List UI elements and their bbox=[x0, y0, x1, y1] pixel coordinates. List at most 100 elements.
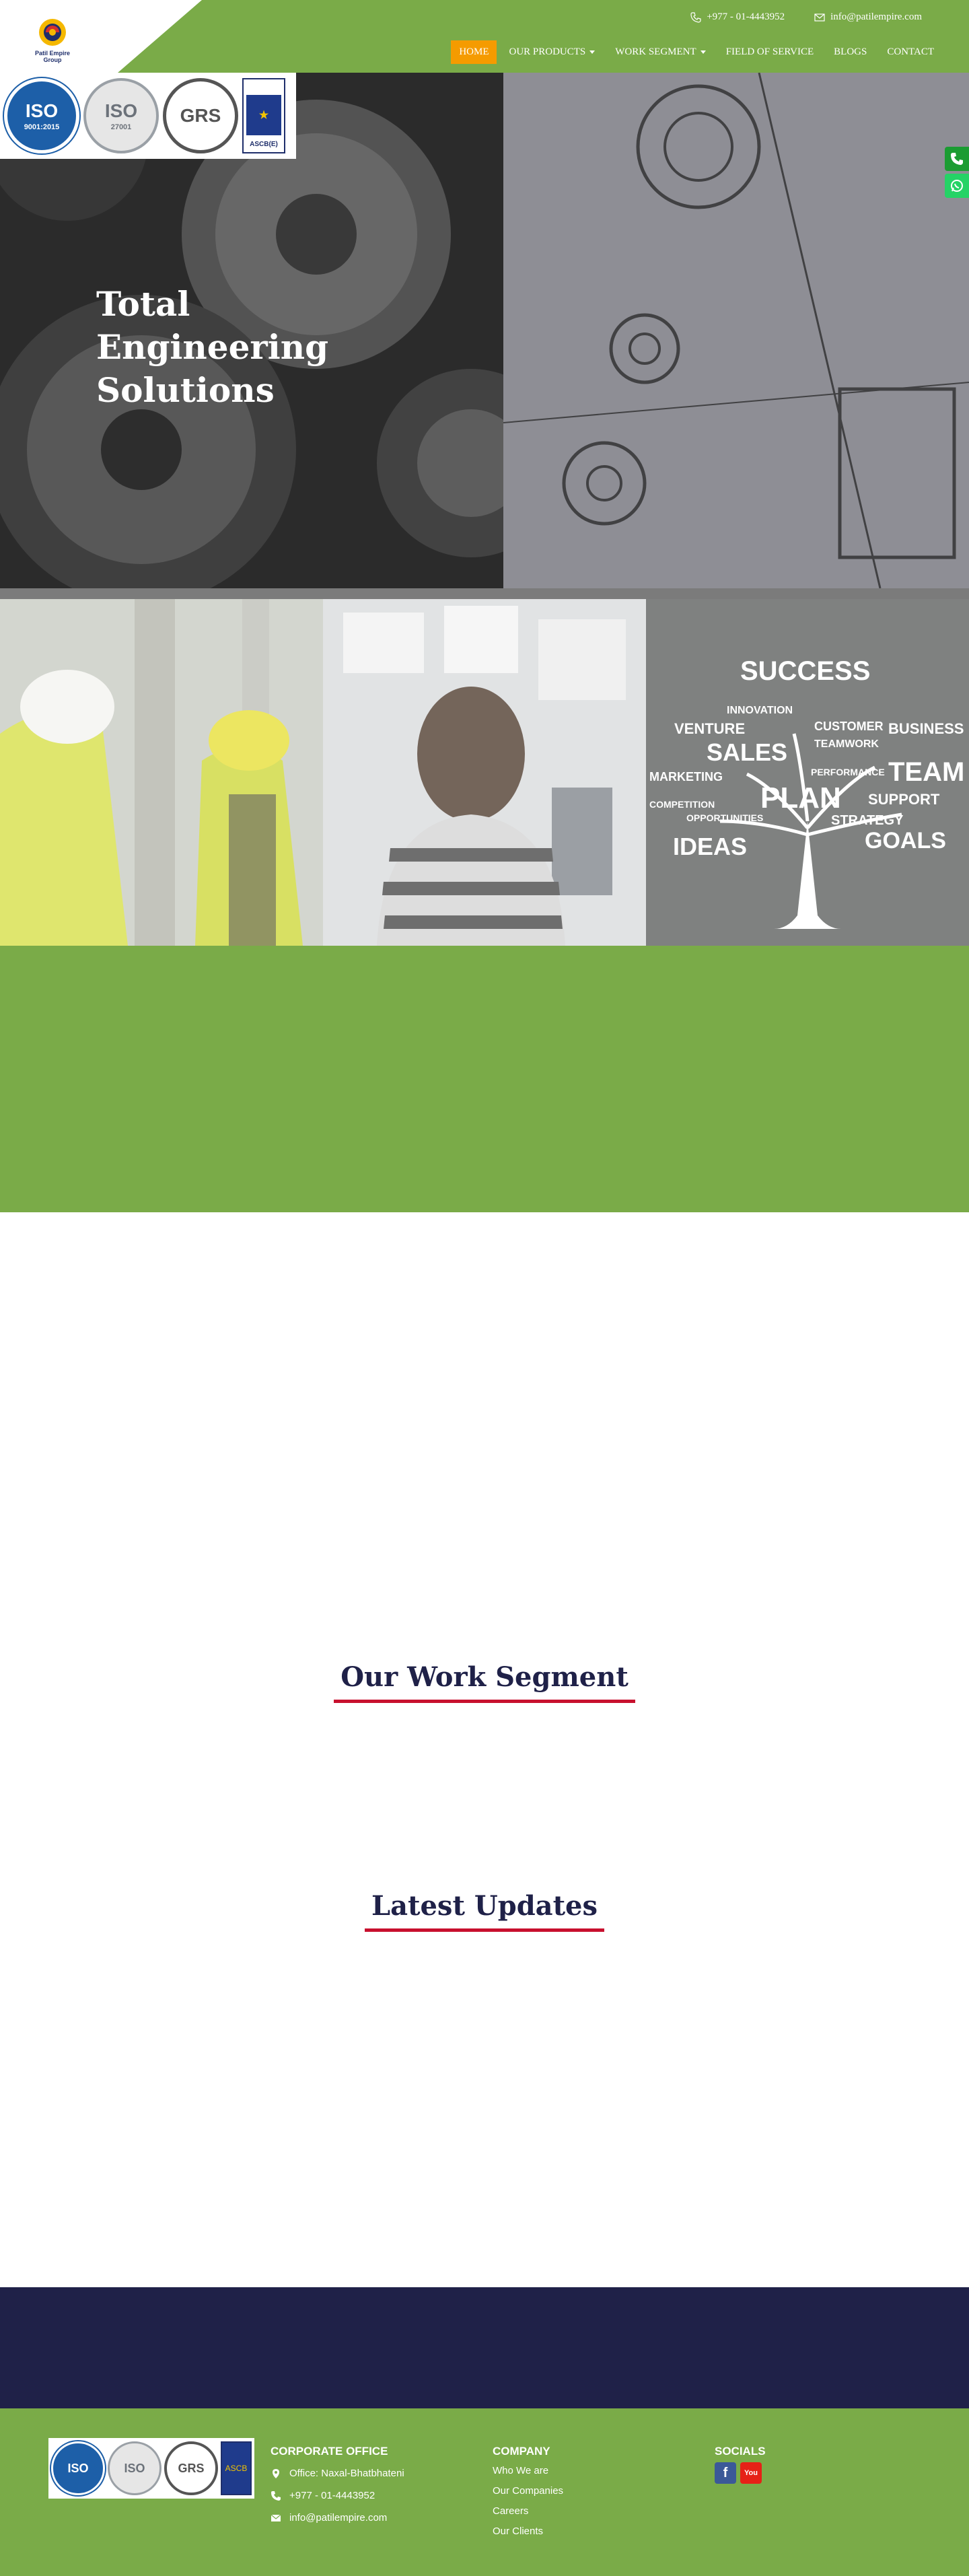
planner-image bbox=[323, 599, 646, 946]
grs-badge-label: GRS bbox=[180, 105, 221, 126]
ascb-badge: ★ ASCB(E) bbox=[242, 78, 285, 153]
header-email[interactable]: info@patilempire.com bbox=[814, 11, 922, 23]
iso-27001-badge: ISO 27001 bbox=[83, 78, 159, 153]
grs-badge: GRS bbox=[163, 78, 238, 153]
ascb-badge-label: ASCB(E) bbox=[250, 141, 278, 148]
footer-socials-heading: SOCIALS bbox=[715, 2445, 766, 2458]
phone-icon bbox=[690, 11, 701, 23]
footer-email-text: info@patilempire.com bbox=[289, 2512, 388, 2523]
word-teamwork: TEAMWORK bbox=[814, 738, 879, 750]
word-plan: PLAN bbox=[760, 781, 841, 814]
footer-link-our-companies[interactable]: Our Companies bbox=[493, 2480, 563, 2503]
youtube-icon[interactable]: You bbox=[740, 2462, 762, 2484]
main-nav: HOME OUR PRODUCTS WORK SEGMENT FIELD OF … bbox=[451, 40, 942, 64]
section-title-work-segment-text: Our Work Segment bbox=[334, 1661, 635, 1703]
footer-office-heading: CORPORATE OFFICE bbox=[271, 2445, 388, 2458]
hero-title: Total Engineering Solutions bbox=[96, 284, 329, 410]
phone-icon bbox=[951, 153, 963, 165]
section-title-latest-updates: Latest Updates bbox=[0, 1890, 969, 1932]
whatsapp-button[interactable] bbox=[945, 174, 969, 198]
footer-email[interactable]: info@patilempire.com bbox=[271, 2507, 404, 2529]
word-team: TEAM bbox=[888, 757, 964, 787]
footer-iso-27001-badge: ISO bbox=[108, 2441, 162, 2495]
logo-icon bbox=[34, 16, 71, 48]
header-phone-text: +977 - 01-4443952 bbox=[707, 11, 785, 22]
word-business: BUSINESS bbox=[888, 720, 964, 737]
success-tree-image: SUCCESS INNOVATION VENTURE CUSTOMER BUSINESS… bbox=[646, 599, 969, 946]
footer-phone-text: +977 - 01-4443952 bbox=[289, 2490, 375, 2501]
footer-address-text: Office: Naxal-Bhatbhateni bbox=[289, 2468, 404, 2479]
word-customer: CUSTOMER bbox=[814, 720, 884, 733]
site-header: Patil Empire Group +977 - 01-4443952 inf… bbox=[0, 0, 969, 73]
iso-9001-badge-label: ISO bbox=[25, 100, 59, 121]
word-strategy: STRATEGY bbox=[831, 813, 904, 828]
section-title-latest-updates-text: Latest Updates bbox=[364, 1890, 605, 1932]
iso-9001-badge: ISO 9001:2015 bbox=[4, 78, 79, 153]
facebook-icon[interactable]: f bbox=[715, 2462, 736, 2484]
eu-stars-icon: ★ bbox=[246, 95, 281, 135]
green-band bbox=[0, 946, 969, 1212]
certification-badges: ISO 9001:2015 ISO 27001 GRS ★ ASCB(E) bbox=[0, 73, 296, 159]
footer-address: Office: Naxal-Bhatbhateni bbox=[271, 2462, 404, 2484]
mail-icon bbox=[271, 2514, 281, 2521]
footer-link-our-clients[interactable]: Our Clients bbox=[493, 2520, 563, 2543]
workers-image bbox=[0, 599, 323, 946]
word-goals: GOALS bbox=[865, 828, 946, 854]
floating-contact-buttons bbox=[945, 147, 969, 201]
header-phone[interactable]: +977 - 01-4443952 bbox=[690, 11, 785, 23]
footer-grs-badge: GRS bbox=[164, 2441, 218, 2495]
hero-divider bbox=[0, 588, 969, 599]
site-logo[interactable]: Patil Empire Group bbox=[26, 16, 79, 63]
caret-down-icon bbox=[700, 50, 706, 54]
footer-link-careers[interactable]: Careers bbox=[493, 2500, 563, 2523]
iso-27001-badge-code: 27001 bbox=[110, 123, 132, 131]
nav-field-of-service[interactable]: FIELD OF SERVICE bbox=[718, 40, 822, 64]
caret-down-icon bbox=[589, 50, 596, 54]
footer-link-who-we-are[interactable]: Who We are bbox=[493, 2460, 563, 2482]
footer-ascb-badge: ASCB bbox=[221, 2441, 252, 2495]
nav-field-of-service-label: FIELD OF SERVICE bbox=[725, 46, 814, 57]
nav-work-segment[interactable]: WORK SEGMENT bbox=[607, 40, 713, 64]
iso-9001-badge-code: 9001:2015 bbox=[24, 123, 60, 131]
nav-work-segment-label: WORK SEGMENT bbox=[615, 46, 696, 57]
social-links: f You bbox=[715, 2462, 766, 2484]
footer-socials: SOCIALS f You bbox=[715, 2445, 766, 2484]
mail-icon bbox=[814, 13, 825, 22]
footer-company: COMPANY Who We are Our Companies Careers… bbox=[493, 2445, 563, 2543]
whatsapp-icon bbox=[951, 180, 963, 192]
word-competition: COMPETITION bbox=[649, 799, 715, 810]
word-success: SUCCESS bbox=[740, 656, 870, 686]
word-performance: PERFORMANCE bbox=[811, 767, 885, 777]
footer-office: CORPORATE OFFICE Office: Naxal-Bhatbhate… bbox=[271, 2445, 404, 2529]
nav-contact-label: CONTACT bbox=[887, 46, 934, 57]
word-opportunities: OPPORTUNITIES bbox=[686, 812, 763, 823]
footer-company-heading: COMPANY bbox=[493, 2445, 550, 2458]
word-innovation: INNOVATION bbox=[727, 705, 793, 716]
word-support: SUPPORT bbox=[868, 791, 940, 808]
nav-our-products-label: OUR PRODUCTS bbox=[509, 46, 586, 57]
nav-blogs-label: BLOGS bbox=[834, 46, 867, 57]
word-marketing: MARKETING bbox=[649, 770, 723, 784]
phone-icon bbox=[271, 2491, 281, 2501]
nav-blogs[interactable]: BLOGS bbox=[826, 40, 875, 64]
footer-iso-9001-badge: ISO bbox=[51, 2441, 105, 2495]
nav-contact[interactable]: CONTACT bbox=[879, 40, 942, 64]
section-title-work-segment: Our Work Segment bbox=[0, 1661, 969, 1703]
site-footer: ISO ISO GRS ASCB CORPORATE OFFICE Office… bbox=[0, 2408, 969, 2576]
word-sales: SALES bbox=[707, 738, 787, 766]
word-venture: VENTURE bbox=[674, 720, 745, 737]
nav-home[interactable]: HOME bbox=[451, 40, 497, 64]
word-ideas: IDEAS bbox=[673, 833, 747, 860]
contact-bar: +977 - 01-4443952 info@patilempire.com bbox=[690, 11, 922, 23]
header-email-text: info@patilempire.com bbox=[830, 11, 922, 22]
image-panels: SUCCESS INNOVATION VENTURE CUSTOMER BUSINESS… bbox=[0, 599, 969, 946]
call-button[interactable] bbox=[945, 147, 969, 171]
footer-certification-badges: ISO ISO GRS ASCB bbox=[48, 2438, 254, 2499]
iso-27001-badge-label: ISO bbox=[104, 100, 138, 121]
footer-phone[interactable]: +977 - 01-4443952 bbox=[271, 2484, 404, 2507]
nav-our-products[interactable]: OUR PRODUCTS bbox=[501, 40, 603, 64]
navy-band bbox=[0, 2287, 969, 2408]
nav-home-label: HOME bbox=[459, 46, 489, 57]
map-pin-icon bbox=[273, 2468, 279, 2478]
blueprint-image bbox=[503, 73, 969, 588]
